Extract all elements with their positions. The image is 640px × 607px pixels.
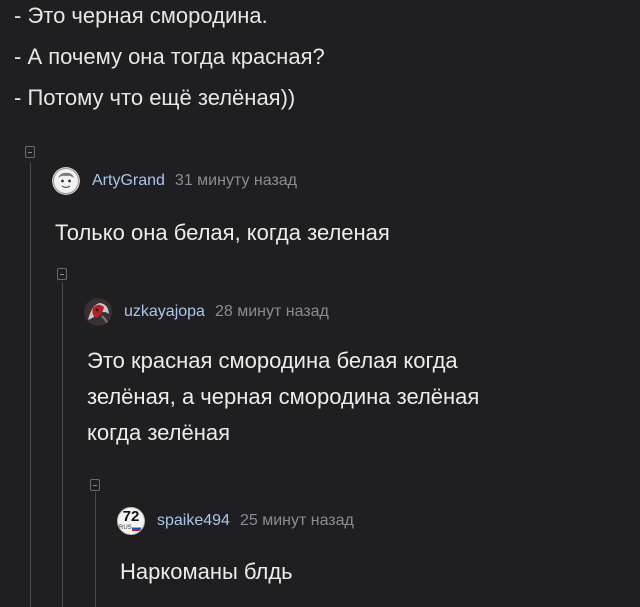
avatar[interactable]	[52, 167, 80, 195]
timestamp: 31 минуту назад	[174, 172, 298, 189]
thread-line[interactable]	[30, 162, 31, 607]
comment-text-line: Это красная смородина белая когда	[87, 348, 458, 373]
username[interactable]: spaike494	[157, 512, 230, 530]
comment-text: Наркоманы блдь	[120, 559, 293, 584]
post-line: - Потому что ещё зелёная))	[14, 85, 296, 110]
flag-icon	[132, 526, 141, 531]
collapse-toggle[interactable]	[25, 146, 35, 158]
avatar[interactable]	[84, 298, 112, 326]
timestamp: 28 минут назад	[214, 303, 329, 320]
comment-header: ArtyGrand 31 минуту назад	[52, 166, 297, 196]
collapse-toggle[interactable]	[57, 268, 67, 280]
user-avatar-icon	[52, 167, 80, 195]
comment-header: uzkayajopa 28 минут назад	[84, 297, 329, 327]
thread-line[interactable]	[95, 492, 96, 607]
username[interactable]: uzkayajopa	[124, 303, 205, 321]
comment-text: Только она белая, когда зеленая	[55, 220, 390, 245]
comment-text-line: когда зелёная	[87, 420, 231, 445]
username[interactable]: ArtyGrand	[92, 172, 165, 190]
avatar[interactable]: 72 RUS	[117, 507, 145, 535]
comment-text: Это красная смородина белая когда зелёна…	[87, 343, 479, 451]
post-line: - Это черная смородина.	[14, 3, 268, 28]
collapse-toggle[interactable]	[90, 479, 100, 491]
thread-line[interactable]	[62, 282, 63, 607]
comment-text-line: зелёная, а черная смородина зелёная	[87, 384, 480, 409]
post-line: - А почему она тогда красная?	[14, 44, 325, 69]
timestamp: 25 минут назад	[239, 512, 354, 529]
avatar-number: 72	[122, 508, 140, 525]
comment-header: 72 RUS spaike494 25 минут назад	[117, 506, 354, 536]
user-avatar-icon	[84, 298, 112, 326]
